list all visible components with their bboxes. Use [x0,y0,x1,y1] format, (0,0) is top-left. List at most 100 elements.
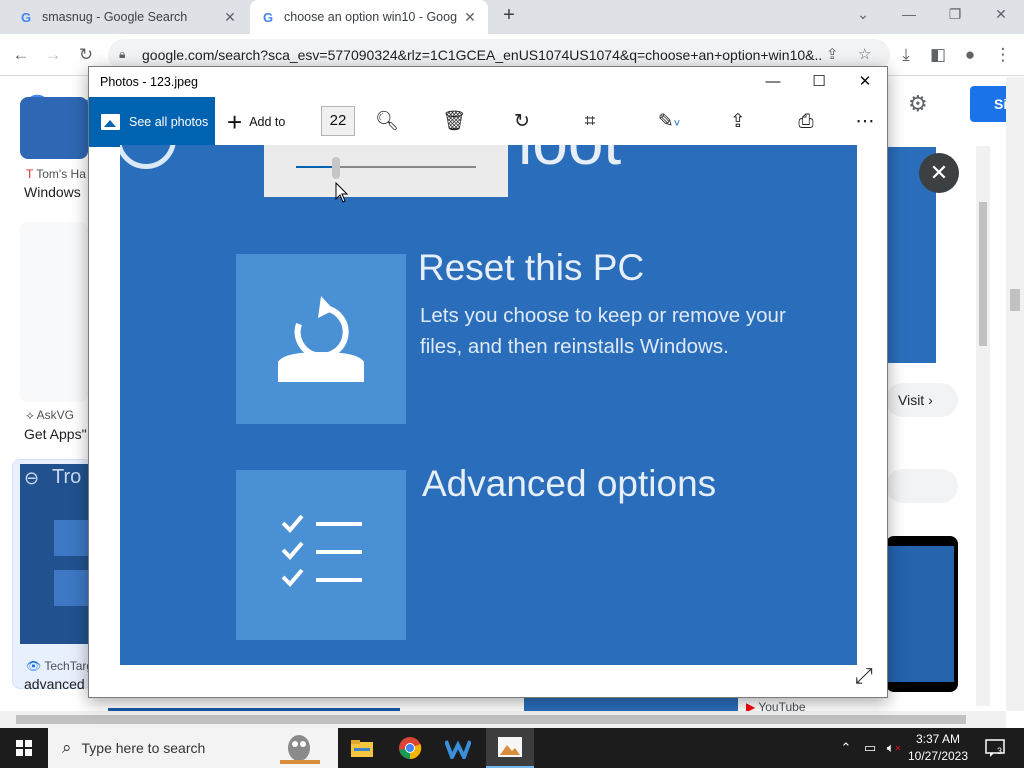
side-panel-icon[interactable]: ◧ [925,42,951,68]
close-tab-icon[interactable]: ✕ [462,9,478,26]
zoom-in-icon[interactable]: 🔍︎ [373,109,401,135]
thumbnail-text: Tro [52,466,82,488]
fullscreen-expand-icon[interactable]: ⤢ [855,663,873,689]
video-frame [886,546,954,682]
taskbar: ⌕ Type here to search ⌃ ▭ 🔈︎ ✕ 3:37 AM 10… [0,728,1024,768]
close-preview-icon[interactable]: ✕ [919,153,959,193]
visit-button[interactable]: Visit › [886,383,958,417]
zoom-level-field[interactable]: 22 [321,106,355,136]
more-options-icon[interactable]: ⋯ [851,109,879,135]
tile [54,520,90,556]
close-tab-icon[interactable]: ✕ [222,9,238,26]
minimize-button[interactable]: — [750,69,796,95]
tab-search-chevron-icon[interactable]: ⌄ [840,0,886,30]
result-card-selected[interactable]: ⊖ Tro [12,459,92,689]
close-window-button[interactable]: ✕ [842,69,888,95]
windows-logo-icon [16,740,32,756]
file-explorer-icon[interactable] [338,728,386,768]
delete-trash-icon[interactable]: 🗑︎ [440,109,468,135]
network-icon[interactable]: ▭ [858,728,882,768]
share-icon[interactable]: ⇪ [826,45,839,63]
photos-command-bar: See all photos + Add to 22 🔍︎ 🗑︎ ↻ ⌗ ✎˅ … [89,97,887,147]
crop-icon[interactable]: ⌗ [576,109,604,135]
photos-title-bar[interactable]: Photos - 123.jpeg — ☐ ✕ [89,67,887,97]
photos-window-title: Photos - 123.jpeg [100,75,198,89]
result-thumbnail: ⊖ Tro [20,464,90,644]
volume-muted-icon[interactable]: 🔈︎ ✕ [884,728,904,768]
page-vertical-scrollbar[interactable] [1006,77,1024,711]
forward-arrow-icon[interactable]: → [40,42,66,68]
related-video-thumbnail[interactable] [886,536,958,692]
close-window-button[interactable]: ✕ [978,0,1024,30]
minimize-button[interactable]: — [886,0,932,30]
tab-choose-option[interactable]: G choose an option win10 - Goog ✕ [250,0,488,34]
back-circle-icon [120,145,176,169]
edit-draw-icon[interactable]: ✎˅ [649,109,689,135]
lock-icon: 🔒︎ [119,47,126,61]
result-thumbnail[interactable] [20,97,88,159]
zoom-slider-thumb[interactable] [331,157,340,179]
download-icon[interactable]: ⤓ [893,42,919,68]
google-favicon-icon: G [20,9,32,25]
scroll-thumb[interactable] [979,202,987,346]
plus-icon: + [227,107,243,137]
tab-title: choose an option win10 - Goog [284,10,458,24]
bookmark-star-icon[interactable]: ☆ [858,45,871,63]
maximize-button[interactable]: ☐ [796,69,842,95]
taskbar-clock[interactable]: 3:37 AM 10/27/2023 [904,731,972,765]
search-icon: ⌕ [62,738,72,757]
print-icon[interactable]: ⎙ [792,109,820,135]
preview-scrollbar[interactable] [976,146,990,706]
taskbar-search-box[interactable]: ⌕ Type here to search [48,728,338,768]
result-thumbnail[interactable] [20,222,88,402]
rotate-icon[interactable]: ↻ [508,109,536,135]
google-favicon-icon: G [262,9,274,25]
reset-refresh-icon [278,296,364,382]
profile-avatar-icon[interactable]: ● [957,42,983,68]
scroll-thumb[interactable] [16,715,966,724]
notification-count-badge: 3 [997,746,1003,756]
result-title[interactable]: Get Apps" [24,426,87,442]
related-pill[interactable] [886,469,958,503]
url-text[interactable]: google.com/search?sca_esv=577090324&rlz=… [142,47,822,63]
search-highlight-illustration-icon [274,730,324,768]
see-all-photos-button[interactable]: See all photos [89,97,215,147]
mouse-cursor-icon [335,182,349,203]
settings-gear-icon[interactable]: ⚙ [908,91,928,117]
new-tab-button[interactable]: + [498,5,520,27]
option-title: Reset this PC [418,247,645,288]
advanced-options-tile [236,470,406,640]
wunderlist-app-icon[interactable] [434,728,482,768]
start-button[interactable] [0,728,48,768]
add-to-button[interactable]: + Add to [227,97,285,147]
share-icon[interactable]: ⇪ [724,109,752,135]
show-hidden-icons-chevron-icon[interactable]: ⌃ [836,728,856,768]
scroll-thumb[interactable] [1010,289,1020,311]
result-title[interactable]: Windows [24,184,81,200]
menu-kebab-icon[interactable]: ⋮ [990,42,1016,68]
photos-app-icon[interactable] [486,728,534,768]
clock-date: 10/27/2023 [907,749,969,763]
option-description: Lets you choose to keep or remove your f… [420,304,786,358]
result-source: 👁︎ TechTarg [26,659,94,673]
tab-title: smasnug - Google Search [42,10,188,24]
tile [54,570,90,606]
tab-smasnug[interactable]: G smasnug - Google Search ✕ [8,0,248,34]
back-circle-icon: ⊖ [24,468,40,488]
reset-pc-tile [236,254,406,424]
chrome-icon[interactable] [386,728,434,768]
restore-button[interactable]: ❐ [932,0,978,30]
photo-gallery-icon [101,114,120,130]
reload-icon[interactable]: ↻ [73,42,99,68]
zoom-slider-fill [296,166,336,168]
page-horizontal-scrollbar[interactable] [0,711,1006,728]
tab-strip: G smasnug - Google Search ✕ G choose an … [0,0,1024,34]
checklist-icon [281,514,362,587]
photos-window: Photos - 123.jpeg — ☐ ✕ See all photos +… [88,66,888,698]
result-source: T Tom's Ha [26,167,86,181]
result-source: ⟡ AskVG [26,408,74,422]
back-arrow-icon[interactable]: ← [8,42,34,68]
notification-center-icon[interactable]: 3 [980,728,1010,768]
photo-canvas[interactable]: Troubleshoot Reset this PC Lets you choo… [120,145,857,665]
result-title[interactable]: advanced [24,676,85,692]
